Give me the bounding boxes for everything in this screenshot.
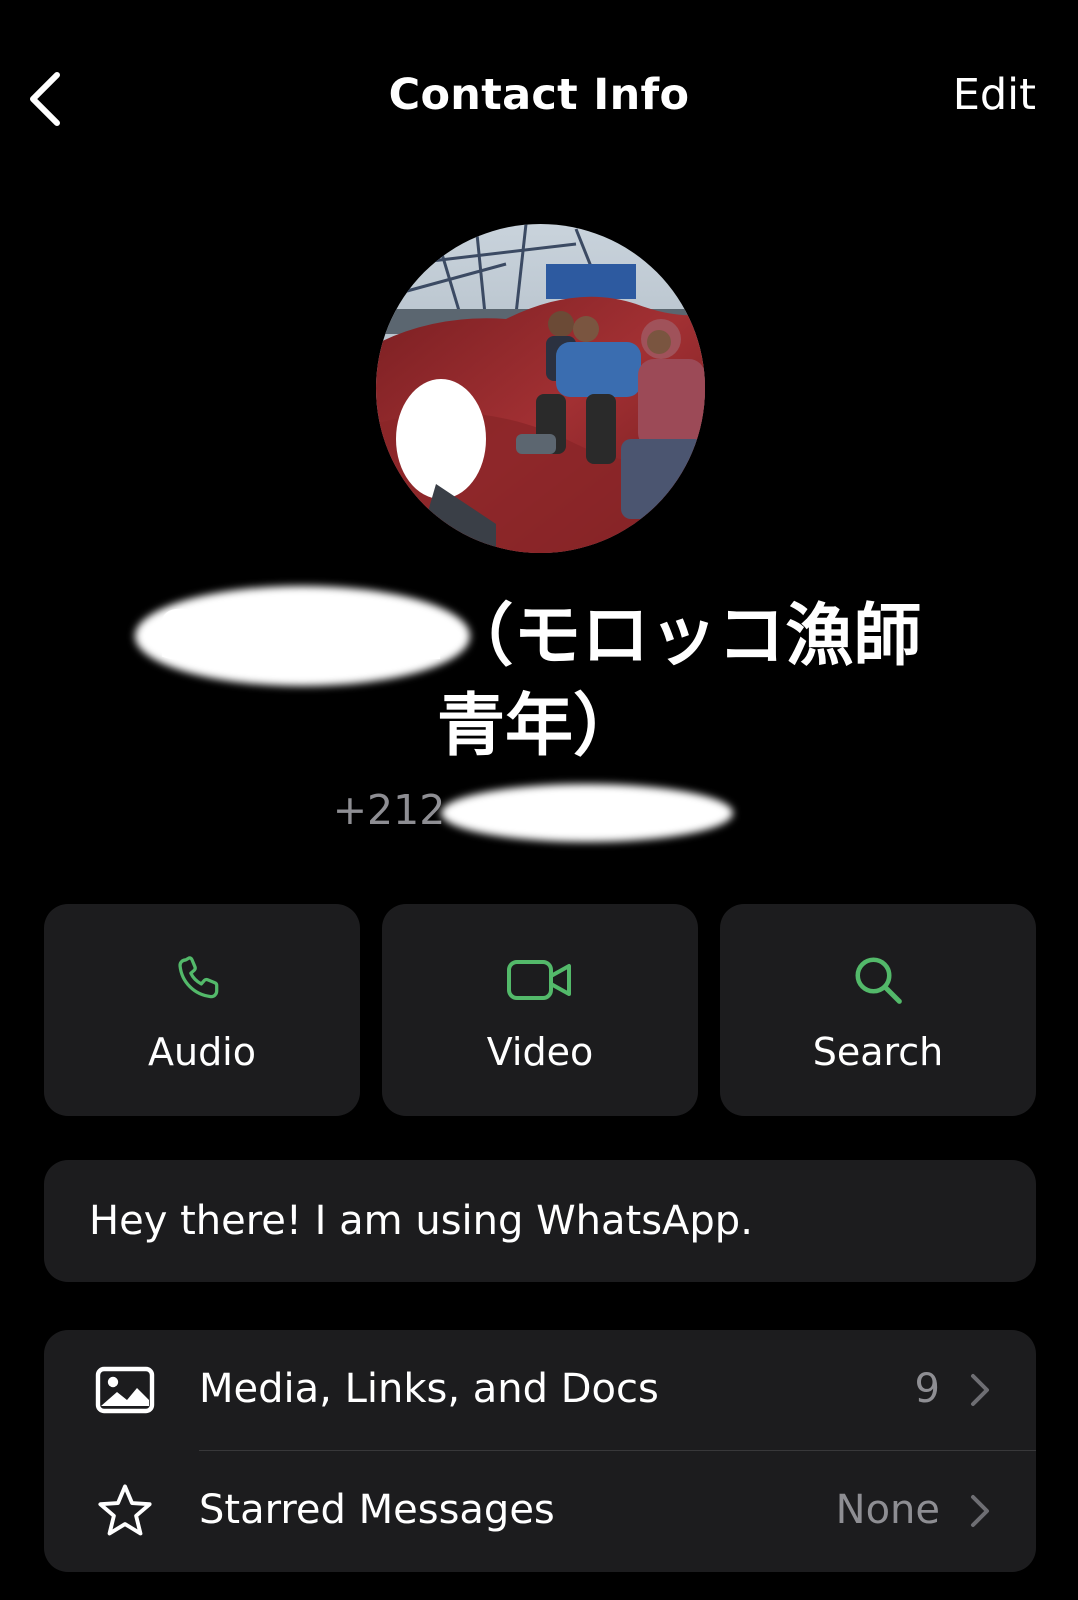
video-call-button[interactable]: Video bbox=[382, 904, 698, 1116]
contact-options-list: Media, Links, and Docs 9 Starred Message… bbox=[44, 1330, 1036, 1572]
search-icon bbox=[851, 950, 905, 1010]
page-title: Contact Info bbox=[388, 70, 690, 120]
about-status-text: Hey there! I am using WhatsApp. bbox=[89, 1198, 753, 1244]
edit-button[interactable]: Edit bbox=[953, 70, 1036, 120]
list-item-starred-messages[interactable]: Starred Messages None bbox=[44, 1451, 1036, 1571]
media-links-docs-label: Media, Links, and Docs bbox=[199, 1366, 659, 1412]
action-buttons: Audio Video Search bbox=[44, 904, 1036, 1116]
video-camera-icon bbox=[506, 950, 574, 1010]
contact-info-screen: Contact Info Edit Soufian（モロッコ漁師青年） +212… bbox=[0, 0, 1078, 1600]
star-icon bbox=[94, 1481, 156, 1541]
phone-icon bbox=[174, 950, 230, 1010]
video-label: Video bbox=[486, 1030, 594, 1074]
chevron-right-icon bbox=[971, 1374, 989, 1406]
avatar-photo bbox=[376, 224, 705, 553]
chevron-right-icon bbox=[971, 1495, 989, 1527]
image-icon bbox=[94, 1360, 156, 1420]
avatar[interactable] bbox=[376, 224, 705, 553]
media-count: 9 bbox=[914, 1366, 940, 1412]
search-button[interactable]: Search bbox=[720, 904, 1036, 1116]
phone-number-row: +212 bbox=[0, 784, 1078, 842]
header: Contact Info Edit bbox=[0, 0, 1078, 200]
redaction-mark bbox=[135, 586, 470, 686]
starred-count: None bbox=[835, 1487, 940, 1533]
about-status-card[interactable]: Hey there! I am using WhatsApp. bbox=[44, 1160, 1036, 1282]
search-label: Search bbox=[812, 1030, 944, 1074]
starred-messages-label: Starred Messages bbox=[199, 1487, 555, 1533]
list-item-media-links-docs[interactable]: Media, Links, and Docs 9 bbox=[44, 1330, 1036, 1451]
redaction-mark bbox=[440, 784, 733, 842]
audio-call-button[interactable]: Audio bbox=[44, 904, 360, 1116]
contact-name-block: Soufian（モロッコ漁師青年） bbox=[100, 586, 978, 772]
phone-number: +212 bbox=[332, 786, 446, 834]
audio-label: Audio bbox=[147, 1030, 256, 1074]
